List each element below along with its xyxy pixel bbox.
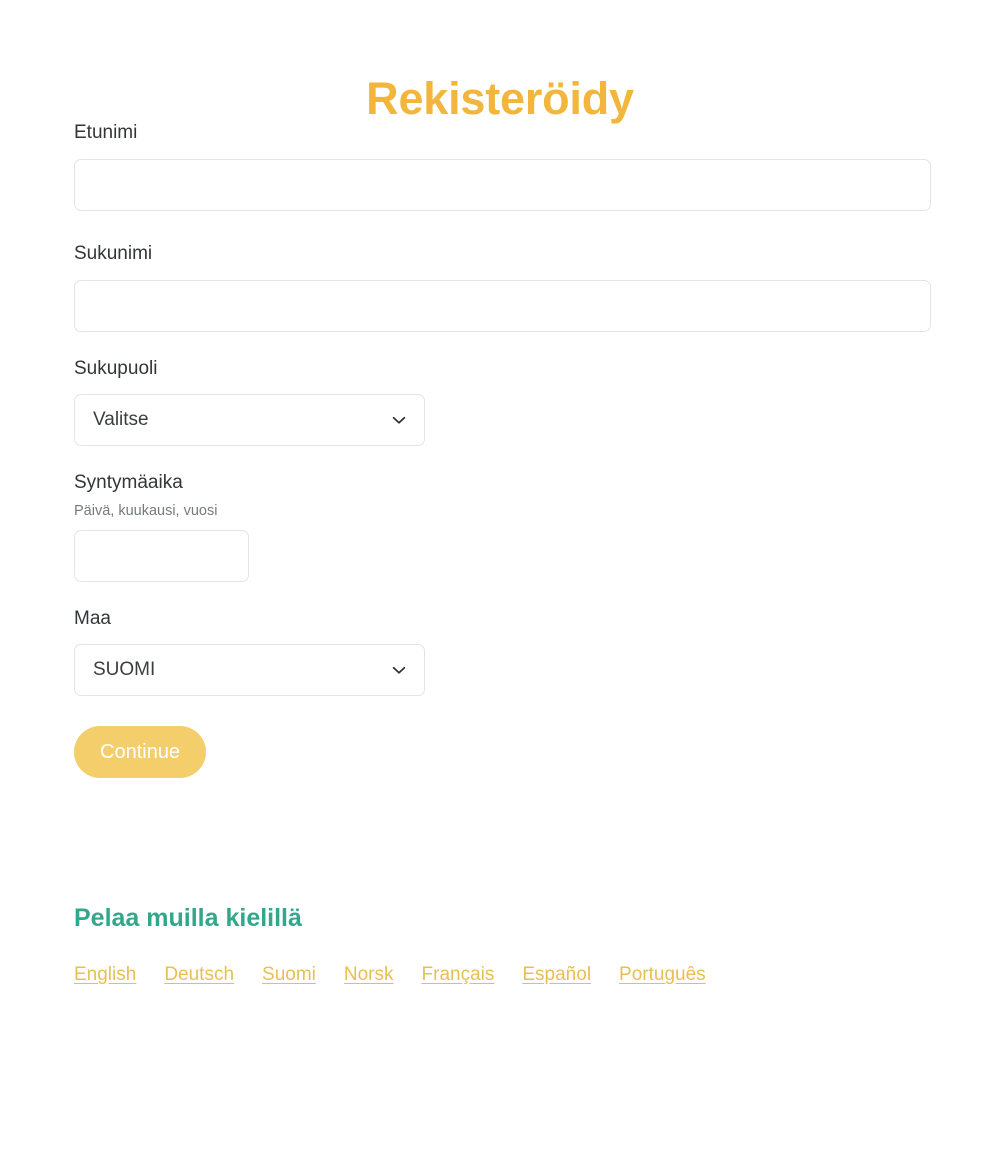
language-link-espanol[interactable]: Español bbox=[522, 964, 591, 986]
field-gender: Sukupuoli Valitse bbox=[74, 358, 931, 447]
country-select-wrapper[interactable]: SUOMI bbox=[74, 644, 425, 697]
language-link-suomi[interactable]: Suomi bbox=[262, 964, 316, 986]
country-label: Maa bbox=[74, 607, 111, 629]
language-link-english[interactable]: English bbox=[74, 964, 136, 986]
first-name-label: Etunimi bbox=[74, 122, 138, 143]
registration-form: Etunimi Sukunimi Sukupuoli Valitse Synty… bbox=[74, 122, 931, 779]
language-section: Pelaa muilla kielillä English Deutsch Su… bbox=[74, 903, 934, 986]
language-link-norsk[interactable]: Norsk bbox=[344, 964, 394, 986]
language-link-deutsch[interactable]: Deutsch bbox=[164, 964, 234, 986]
field-birthdate: Syntymäaika Päivä, kuukausi, vuosi bbox=[74, 472, 931, 582]
birthdate-hint: Päivä, kuukausi, vuosi bbox=[74, 503, 218, 520]
birthdate-input[interactable] bbox=[74, 529, 249, 582]
country-select[interactable]: SUOMI bbox=[74, 644, 425, 697]
language-link-portugues[interactable]: Português bbox=[619, 964, 706, 986]
language-links: English Deutsch Suomi Norsk Français Esp… bbox=[74, 964, 934, 986]
gender-select-wrapper[interactable]: Valitse bbox=[74, 394, 425, 447]
field-country: Maa SUOMI bbox=[74, 608, 931, 697]
language-link-francais[interactable]: Français bbox=[422, 964, 495, 986]
page-title: Rekisteröidy bbox=[366, 73, 634, 125]
field-first-name: Etunimi bbox=[74, 122, 931, 211]
last-name-input[interactable] bbox=[74, 279, 931, 332]
birthdate-label: Syntymäaika bbox=[74, 472, 183, 494]
gender-label: Sukupuoli bbox=[74, 357, 158, 379]
first-name-input[interactable] bbox=[74, 158, 931, 211]
registration-page: Rekisteröidy Etunimi Sukunimi Sukupuoli … bbox=[0, 0, 1000, 1157]
language-heading: Pelaa muilla kielillä bbox=[74, 904, 302, 932]
gender-select[interactable]: Valitse bbox=[74, 394, 425, 447]
last-name-label: Sukunimi bbox=[74, 242, 153, 264]
continue-button[interactable]: Continue bbox=[74, 726, 207, 779]
field-last-name: Sukunimi bbox=[74, 243, 931, 332]
